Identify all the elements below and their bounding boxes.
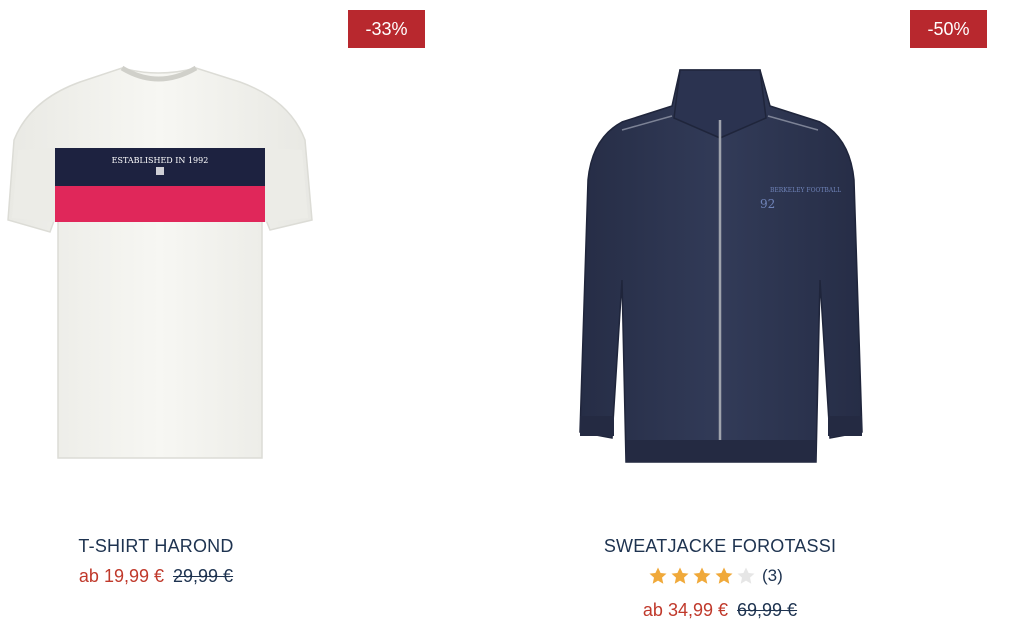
star-icon-filled [692,566,712,586]
original-price: 69,99 € [737,600,798,620]
product-image-sweatjacke[interactable]: BERKELEY FOOTBALL 92 [570,60,870,470]
product-image-tshirt[interactable]: ESTABLISHED IN 1992 [0,60,320,470]
sale-price: ab 19,99 € [78,566,164,586]
product-price: ab 34,99 € 69,99 € [560,600,880,621]
jacket-print-number: 92 [760,197,775,211]
star-icon-filled [648,566,668,586]
discount-badge: -33% [348,10,425,48]
rating-stars: (3) [648,565,783,587]
product-card-tshirt-harond[interactable]: -33% ESTABLISHED IN 1992 T-SHIRT HAROND … [0,0,440,626]
star-icon-empty [736,566,756,586]
original-price: 29,99 € [173,566,234,586]
rating-count[interactable]: (3) [762,566,783,586]
sale-price: ab 34,99 € [642,600,728,620]
svg-text:BERKELEY FOOTBALL: BERKELEY FOOTBALL [770,187,841,194]
product-title[interactable]: SWEATJACKE FOROTASSI [560,536,880,557]
star-icon-filled [714,566,734,586]
star-icon-filled [670,566,690,586]
product-title[interactable]: T-SHIRT HAROND [0,536,316,557]
product-card-sweatjacke-forotassi[interactable]: -50% BERKELEY FOOTBALL 92 SWEATJACKE FOR… [560,0,1000,626]
discount-badge: -50% [910,10,987,48]
product-price: ab 19,99 € 29,99 € [0,566,316,587]
shirt-print-text: ESTABLISHED IN 1992 [112,156,209,165]
